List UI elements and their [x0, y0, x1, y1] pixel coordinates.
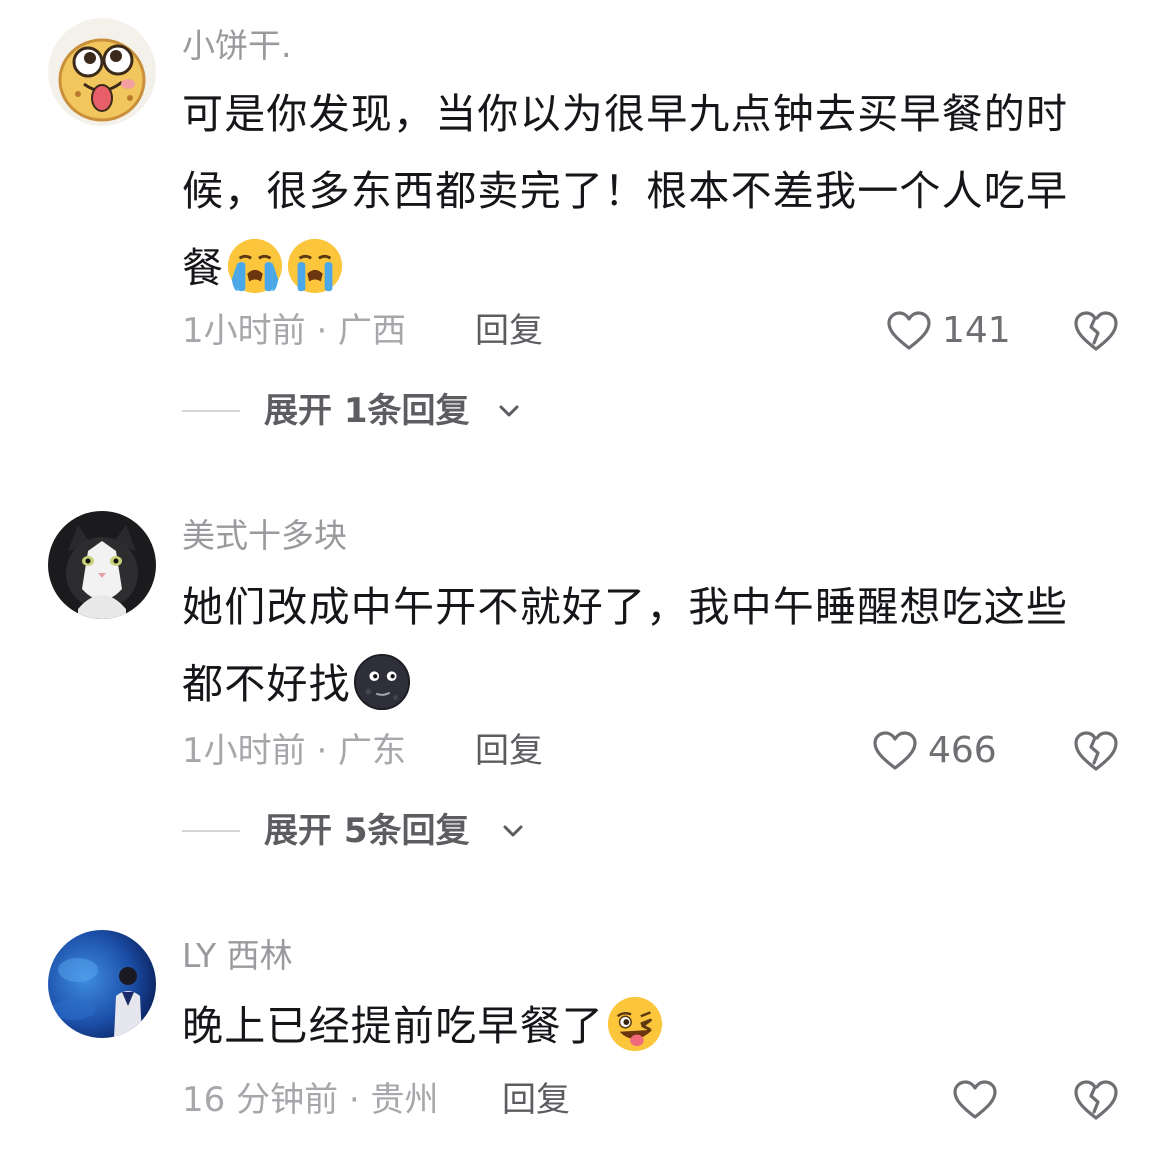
expand-replies-label: 展开 1条回复	[264, 391, 470, 431]
comment-text-segment: 晚上已经提前吃早餐了	[182, 1002, 604, 1050]
reply-button[interactable]: 回复	[475, 309, 543, 353]
heart-outline-icon	[873, 731, 917, 770]
comment-text: 晚上已经提前吃早餐了	[182, 988, 1117, 1065]
user-avatar[interactable]	[48, 930, 156, 1038]
expand-replies-button[interactable]: 展开 5条回复	[182, 809, 542, 853]
comment-time-location: 1小时前 · 广东	[182, 731, 407, 771]
comment-text-line: 可是你发现，当你以为很早九点钟去买早餐的时	[182, 90, 1069, 138]
comment-list: 小饼干. 可是你发现，当你以为很早九点钟去买早餐的时 候，很多东西都卖完了！根本…	[0, 0, 1170, 1159]
winking-tongue-face-icon	[607, 996, 663, 1052]
broken-heart-outline-icon[interactable]	[1073, 729, 1119, 773]
broken-heart-outline-icon[interactable]	[1073, 309, 1119, 353]
comment-text-line: 她们改成中午开不就好了，我中午睡醒想吃这些	[182, 583, 1069, 631]
comment-text: 可是你发现，当你以为很早九点钟去买早餐的时 候，很多东西都卖完了！根本不差我一个…	[182, 76, 1117, 307]
like-count: 141	[942, 310, 1011, 351]
username[interactable]: 小饼干.	[182, 26, 292, 66]
comment-text-segment: 餐	[182, 244, 225, 292]
expand-replies-label: 展开 5条回复	[264, 811, 470, 851]
reply-button[interactable]: 回复	[502, 1078, 570, 1122]
like-button[interactable]	[952, 1078, 1002, 1122]
heart-outline-icon	[953, 1080, 997, 1119]
comment-time-location: 1小时前 · 广西	[182, 311, 407, 351]
user-avatar[interactable]	[48, 18, 156, 126]
divider-dash	[182, 410, 240, 412]
comment-text-segment: 都不好找	[182, 660, 351, 708]
user-avatar[interactable]	[48, 511, 156, 619]
reply-button[interactable]: 回复	[475, 729, 543, 773]
divider-dash	[182, 830, 240, 832]
like-button[interactable]: 466	[872, 729, 1022, 773]
comment-text-line: 餐	[182, 230, 1117, 307]
aquarium-avatar-image	[48, 930, 156, 1038]
username[interactable]: 美式十多块	[182, 516, 347, 556]
comment-time-location: 16 分钟前 · 贵州	[182, 1080, 439, 1120]
chevron-down-icon	[499, 405, 519, 417]
comment-text-line: 晚上已经提前吃早餐了	[182, 988, 1117, 1065]
comment-text-line: 都不好找	[182, 646, 1117, 723]
cartoon-face-avatar-image	[48, 18, 156, 126]
username[interactable]: LY 西林	[182, 936, 293, 976]
broken-heart-outline-icon[interactable]	[1073, 1078, 1119, 1122]
cat-avatar-image	[48, 511, 156, 619]
comment-meta: 1小时前 · 广东 回复	[182, 729, 543, 773]
like-count: 466	[928, 730, 997, 771]
comment-meta: 1小时前 · 广西 回复	[182, 309, 543, 353]
new-moon-face-icon	[353, 653, 410, 711]
comment-meta: 16 分钟前 · 贵州 回复	[182, 1078, 570, 1122]
chevron-down-icon	[503, 825, 523, 837]
comment-text-line: 候，很多东西都卖完了！根本不差我一个人吃早	[182, 167, 1069, 215]
loudly-crying-face-icon	[228, 238, 283, 294]
like-button[interactable]: 141	[886, 309, 1016, 353]
loudly-crying-face-icon	[288, 238, 343, 294]
comment-text: 她们改成中午开不就好了，我中午睡醒想吃这些 都不好找	[182, 569, 1117, 723]
expand-replies-button[interactable]: 展开 1条回复	[182, 389, 542, 433]
heart-outline-icon	[887, 311, 931, 350]
